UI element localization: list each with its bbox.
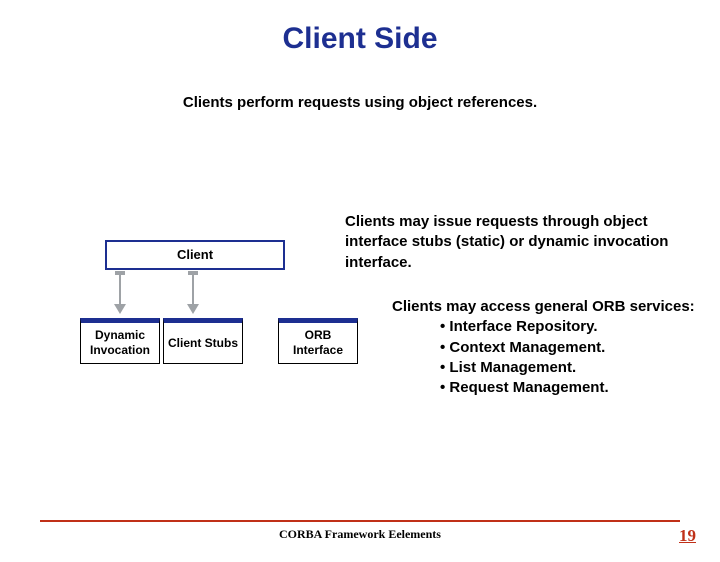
box-client-stubs: Client Stubs [163, 318, 243, 364]
slide-title: Client Side [0, 22, 720, 56]
service-item: • Context Management. [392, 338, 702, 358]
note-stubs: Clients may issue requests through objec… [345, 212, 675, 273]
box-dynamic-invocation: Dynamic Invocation [80, 318, 160, 364]
box-orb-interface: ORB Interface [278, 318, 358, 364]
slide-subtitle: Clients perform requests using object re… [0, 94, 720, 111]
client-box: Client [105, 240, 285, 270]
services-list: Clients may access general ORB services:… [392, 297, 702, 398]
page-number: 19 [679, 526, 696, 546]
service-item: • Interface Repository. [392, 317, 702, 337]
service-item: • Request Management. [392, 378, 702, 398]
arrow-icon [192, 272, 194, 306]
services-intro: Clients may access general ORB services: [392, 298, 695, 315]
footer-rule [40, 520, 680, 522]
arrow-icon [119, 272, 121, 306]
service-item: • List Management. [392, 358, 702, 378]
